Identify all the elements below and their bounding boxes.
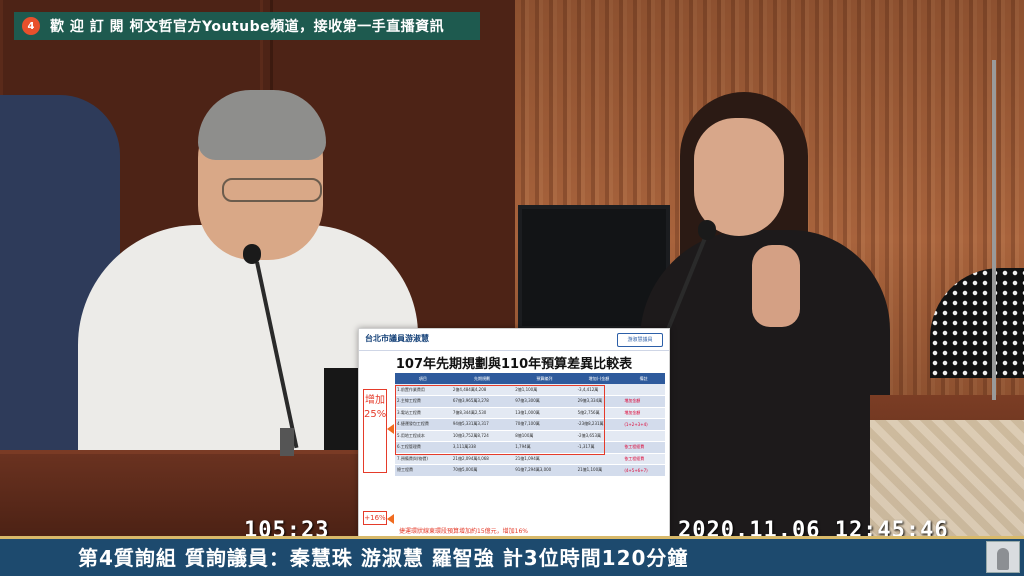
table-cell: 70億5,000萬 xyxy=(450,464,514,477)
table-header-row: 項目 先期規劃 預算編列 增加(-)金額 備註 xyxy=(395,373,665,384)
glasses xyxy=(222,178,322,202)
table-cell: 91億7,294萬3,000 xyxy=(513,464,576,477)
table-cell: 21億1,100萬 xyxy=(575,464,623,477)
video-frame: 台北市議員游淑慧 游淑慧議員 107年先期規劃與110年預算差異比較表 增加25… xyxy=(0,0,1024,576)
banner-text: 歡 迎 訂 閱 柯文哲官方Youtube頻道，接收第一手直播資訊 xyxy=(50,19,445,35)
table-cell: 增加金額 xyxy=(622,395,665,408)
person-woman-face xyxy=(694,118,784,236)
table-cell: 增加金額 xyxy=(622,407,665,419)
poster-title: 107年先期規劃與110年預算差異比較表 xyxy=(395,357,633,372)
table-cell xyxy=(622,384,665,396)
table-cell: 總工程費 xyxy=(395,464,451,477)
subscribe-banner: 4 歡 迎 訂 閱 柯文哲官方Youtube頻道，接收第一手直播資訊 xyxy=(14,12,480,40)
table-cell xyxy=(622,430,665,442)
table-header-cell: 增加(-)金額 xyxy=(575,373,623,384)
raised-hand xyxy=(752,245,800,327)
table-header-cell: 項目 xyxy=(395,373,451,384)
poster-org: 台北市議員游淑慧 xyxy=(365,334,429,343)
microphone-head-right xyxy=(698,220,716,240)
channel-logo-icon: 4 xyxy=(22,17,40,35)
poster-logo: 游淑慧議員 xyxy=(617,333,663,347)
table-header-cell: 預算編列 xyxy=(513,373,576,384)
monitor-side xyxy=(324,368,362,450)
poster-badge: +16% xyxy=(363,511,387,525)
highlight-box xyxy=(395,385,605,455)
arrow-left-icon xyxy=(387,514,394,524)
table-cell: 依工程經費 xyxy=(622,453,665,465)
table-row: 總工程費 70億5,000萬 91億7,294萬3,000 21億1,100萬 (4+5… xyxy=(395,464,665,477)
microphone-head-left xyxy=(243,244,261,264)
comparison-poster: 台北市議員游淑慧 游淑慧議員 107年先期規劃與110年預算差異比較表 增加25… xyxy=(358,328,670,538)
microphone-stand-far-right xyxy=(992,60,996,400)
person-thumbnail-icon xyxy=(997,548,1009,570)
poster-footer: 捷運環狀線東環段預算增加約15億元，增加16% xyxy=(399,528,528,535)
microphone-base-left xyxy=(280,428,294,456)
table-header-cell: 備註 xyxy=(622,373,665,384)
table-header-cell: 先期規劃 xyxy=(450,373,514,384)
arrow-left-icon xyxy=(387,424,394,434)
poster-header: 台北市議員游淑慧 游淑慧議員 xyxy=(359,329,669,351)
table-cell: (4+5+6+7) xyxy=(622,464,665,477)
table-cell: 依工程經費 xyxy=(622,441,665,454)
caption-text: 第4質詢組 質詢議員：秦慧珠 游淑慧 羅智強 計3位時間120分鐘 xyxy=(78,546,689,570)
table-cell: (1+2+3+4) xyxy=(622,418,665,431)
poster-side-label: 增加25% xyxy=(363,389,387,473)
